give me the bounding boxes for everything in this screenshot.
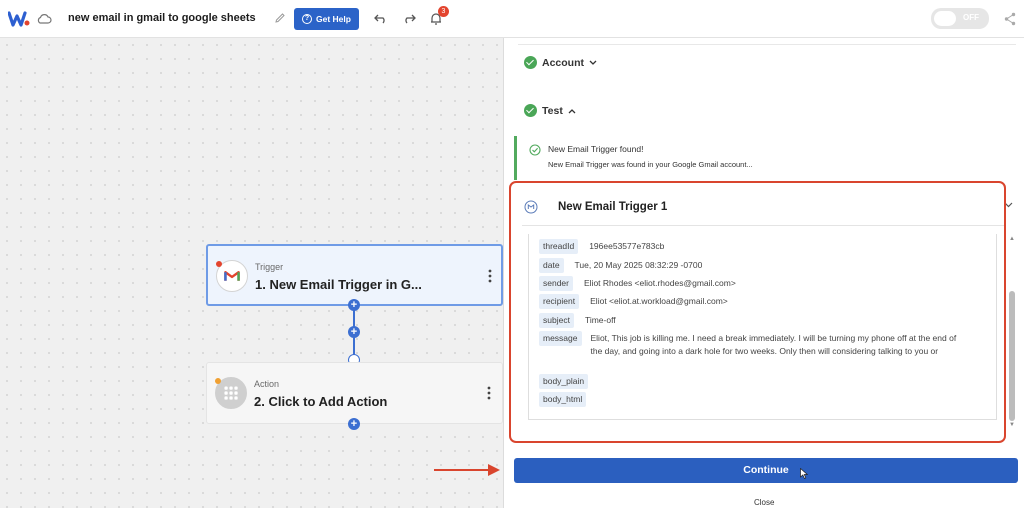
edit-pencil-icon[interactable]: [274, 12, 286, 24]
get-help-label: Get Help: [316, 14, 351, 24]
redo-icon[interactable]: [402, 12, 416, 24]
add-step-button[interactable]: +: [348, 299, 360, 311]
toggle-knob: [934, 11, 956, 26]
mouse-cursor-icon: [800, 468, 808, 479]
trigger-node[interactable]: Trigger 1. New Email Trigger in G...: [206, 244, 503, 306]
trigger-name: 1. New Email Trigger in G...: [255, 277, 422, 292]
test-section-toggle[interactable]: Test: [524, 104, 576, 117]
highlight-annotation-box: [509, 181, 1006, 443]
more-options-icon[interactable]: [488, 269, 492, 283]
add-action-button[interactable]: +: [348, 418, 360, 430]
scroll-down-icon[interactable]: ▼: [1009, 422, 1015, 428]
found-title: New Email Trigger found!: [548, 144, 644, 154]
workflow-toggle[interactable]: OFF: [931, 8, 989, 29]
add-step-button-middle[interactable]: +: [348, 326, 360, 338]
action-node[interactable]: Action 2. Click to Add Action: [206, 362, 503, 424]
toggle-label: OFF: [963, 13, 979, 22]
more-options-icon[interactable]: [487, 386, 491, 400]
trigger-found-notice: New Email Trigger found! New Email Trigg…: [514, 136, 1004, 180]
divider: [518, 44, 1016, 45]
scrollbar-thumb[interactable]: [1009, 291, 1015, 421]
chevron-up-icon: [568, 108, 576, 113]
app-logo-icon[interactable]: [8, 9, 30, 29]
check-circle-icon: [524, 56, 537, 69]
action-kind-label: Action: [254, 379, 280, 389]
continue-button[interactable]: Continue: [514, 458, 1018, 483]
close-link[interactable]: Close: [754, 498, 774, 507]
check-outline-icon: [529, 144, 541, 156]
trigger-kind-label: Trigger: [255, 262, 284, 272]
cloud-icon: [37, 14, 52, 24]
workflow-title[interactable]: new email in gmail to google sheets: [68, 12, 256, 24]
apps-grid-icon: [215, 377, 247, 409]
undo-icon[interactable]: [374, 12, 388, 24]
get-help-button[interactable]: ? Get Help: [294, 8, 359, 30]
top-bar: new email in gmail to google sheets ? Ge…: [0, 0, 1024, 38]
action-name: 2. Click to Add Action: [254, 394, 388, 409]
step-settings-panel: Account Test New Email Trigger found! Ne…: [503, 38, 1024, 508]
data-scrollbar[interactable]: ▲ ▼: [1009, 234, 1015, 430]
notification-badge: 3: [438, 6, 449, 17]
account-label: Account: [542, 56, 584, 69]
red-arrow-annotation: [434, 464, 500, 476]
account-section-toggle[interactable]: Account: [524, 56, 597, 69]
gmail-icon: [216, 260, 248, 292]
question-icon: ?: [302, 14, 313, 24]
check-circle-icon: [524, 104, 537, 117]
share-icon[interactable]: [1004, 12, 1016, 26]
test-label: Test: [542, 104, 563, 117]
scroll-up-icon[interactable]: ▲: [1009, 236, 1015, 242]
found-description: New Email Trigger was found in your Goog…: [548, 160, 753, 169]
chevron-down-icon: [589, 60, 597, 65]
